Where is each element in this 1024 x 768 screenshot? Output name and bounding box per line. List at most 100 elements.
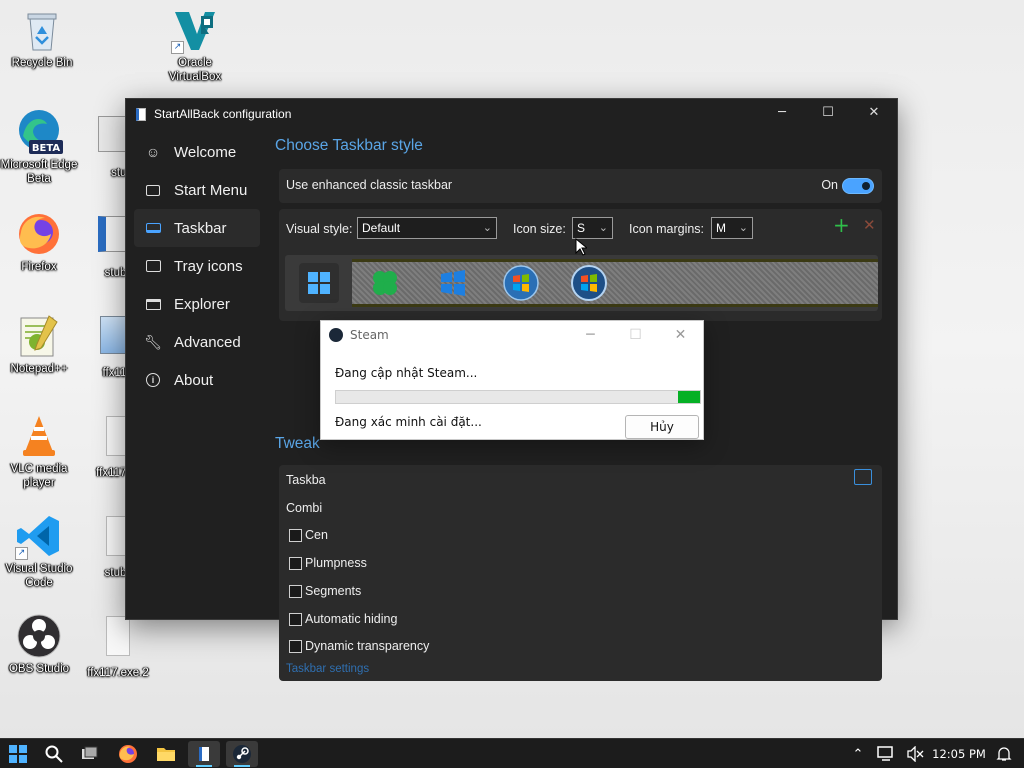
vlc-icon — [15, 412, 63, 460]
installer-icon — [82, 316, 130, 364]
checkbox-box[interactable] — [289, 556, 302, 570]
checkbox-plumpness[interactable]: Plumpness — [289, 556, 367, 570]
checkbox-box[interactable] — [289, 639, 302, 653]
shortcut-arrow-icon: ↗ — [171, 41, 184, 54]
clover-start-icon[interactable] — [365, 263, 405, 303]
win10-start-icon[interactable] — [433, 263, 473, 303]
nav-item-label: Welcome — [174, 143, 237, 161]
checkbox-box[interactable] — [289, 584, 302, 598]
virtualbox-icon: ↗ — [171, 6, 219, 54]
remove-icon[interactable]: ✕ — [863, 216, 876, 234]
tray-icon — [144, 258, 162, 274]
nav-item-about[interactable]: i About — [134, 361, 260, 399]
desktop-icon-label: Notepad++ — [10, 363, 68, 375]
taskbar-file-explorer[interactable] — [150, 741, 182, 767]
vscode-icon: ↗ — [15, 512, 63, 560]
steam-progress-bar — [335, 390, 701, 404]
taskbar-startallback[interactable] — [188, 741, 220, 767]
edge-beta-badge: BETA — [32, 143, 60, 154]
checkbox-label: Plumpness — [305, 556, 367, 570]
notification-bell-icon[interactable] — [992, 739, 1016, 768]
search-button[interactable] — [38, 741, 70, 767]
visual-style-select[interactable]: Default ⌄ — [357, 217, 497, 239]
steam-icon — [233, 745, 251, 763]
checkbox-label: Dynamic transparency — [305, 639, 430, 653]
win11-start-icon[interactable] — [299, 263, 339, 303]
info-icon: i — [144, 372, 162, 388]
folder-icon — [144, 296, 162, 312]
visual-style-value: Default — [362, 221, 401, 235]
steam-status-text: Đang cập nhật Steam... — [335, 366, 478, 380]
win7-start-orb-icon[interactable] — [501, 263, 541, 303]
desktop-icon-edge-beta[interactable]: BETA Microsoft Edge Beta — [0, 108, 81, 186]
enhanced-taskbar-toggle[interactable] — [842, 178, 874, 194]
nav-item-advanced[interactable]: 🔧︎ Advanced — [134, 323, 260, 361]
nav-item-label: Start Menu — [174, 181, 248, 199]
desktop-icon-notepad-plus[interactable]: Notepad++ — [0, 312, 81, 376]
show-hidden-icons-button[interactable]: ⌃ — [848, 739, 868, 768]
enhanced-taskbar-row[interactable]: Use enhanced classic taskbar On — [279, 169, 882, 203]
desktop-icon-vscode[interactable]: ↗ Visual Studio Code — [0, 512, 81, 590]
checkbox-box[interactable] — [289, 612, 302, 626]
taskbar-settings-link[interactable]: Taskbar settings — [286, 663, 369, 675]
cancel-button[interactable]: Hủy — [625, 415, 699, 439]
steam-minimize-button[interactable]: ─ — [568, 321, 613, 349]
desktop-icon-label: VLC media player — [10, 463, 68, 489]
task-view-button[interactable] — [74, 741, 106, 767]
windows-taskbar: ⌃ 12:05 PM — [0, 738, 1024, 768]
file-icon — [94, 616, 142, 664]
maximize-button[interactable]: ☐ — [805, 99, 851, 129]
windows-logo-icon — [9, 745, 27, 763]
steam-close-button[interactable]: ✕ — [658, 321, 703, 349]
start-button[interactable] — [2, 741, 34, 767]
icon-size-select[interactable]: S ⌄ — [572, 217, 613, 239]
tweaks-card: Taskba Combi Cen Plumpness Segments Auto… — [279, 465, 882, 681]
desktop-icon-recycle-bin[interactable]: Recycle Bin — [0, 6, 84, 70]
sidebar-nav: ☺ Welcome Start Menu Taskbar Tray icons E… — [134, 133, 260, 399]
steam-update-dialog: Steam ─ ☐ ✕ Đang cập nhật Steam... Đang … — [320, 320, 704, 440]
app-icon — [136, 107, 146, 121]
nav-item-start-menu[interactable]: Start Menu — [134, 171, 260, 209]
minimize-button[interactable]: ─ — [759, 99, 805, 129]
task-view-icon — [82, 746, 98, 759]
desktop-icon-virtualbox[interactable]: ↗ Oracle VirtualBox — [153, 6, 237, 84]
checkbox-box[interactable] — [289, 528, 302, 542]
chevron-down-icon: ⌄ — [738, 222, 748, 234]
steam-detail-text: Đang xác minh cài đặt... — [335, 415, 482, 429]
taskbar-clock[interactable]: 12:05 PM — [930, 739, 988, 768]
checkbox-segments[interactable]: Segments — [289, 584, 361, 598]
desktop-icon-obs[interactable]: OBS Studio — [0, 612, 81, 676]
taskbar-style-preview[interactable] — [285, 255, 878, 311]
checkbox-label: Automatic hiding — [305, 612, 398, 626]
icon-margins-select[interactable]: M ⌄ — [711, 217, 753, 239]
nav-item-welcome[interactable]: ☺ Welcome — [134, 133, 260, 171]
nav-item-explorer[interactable]: Explorer — [134, 285, 260, 323]
recycle-bin-icon — [18, 6, 66, 54]
desktop-icon-ffx-3[interactable]: ffx117.exe.2 — [76, 612, 160, 680]
volume-muted-icon[interactable] — [902, 739, 928, 768]
close-button[interactable]: ✕ — [851, 99, 897, 129]
nav-item-taskbar[interactable]: Taskbar — [134, 209, 260, 247]
desktop-icon-vlc[interactable]: VLC media player — [0, 412, 81, 490]
checkbox-automatic-hiding[interactable]: Automatic hiding — [289, 612, 397, 626]
taskbar-steam[interactable] — [226, 741, 258, 767]
play-video-icon[interactable] — [854, 469, 872, 485]
section-title: Choose Taskbar style — [275, 137, 423, 154]
checkbox-label: Segments — [305, 584, 362, 598]
nav-item-label: Tray icons — [174, 257, 243, 275]
vista-start-orb-icon[interactable] — [569, 263, 609, 303]
desktop-icon-firefox[interactable]: Firefox — [0, 210, 81, 274]
nav-item-label: Taskbar — [174, 219, 227, 237]
steam-logo-icon — [329, 328, 343, 342]
firefox-icon — [119, 745, 137, 763]
taskbar-firefox[interactable] — [112, 741, 144, 767]
nav-item-tray-icons[interactable]: Tray icons — [134, 247, 260, 285]
network-icon[interactable] — [872, 739, 900, 768]
checkbox-center[interactable]: Cen — [289, 528, 328, 542]
checkbox-label: Cen — [305, 528, 328, 542]
file-shortcut-icon — [82, 216, 130, 264]
checkbox-dynamic-transparency[interactable]: Dynamic transparency — [289, 639, 429, 653]
shortcut-arrow-icon: ↗ — [15, 547, 28, 560]
add-icon[interactable]: + — [833, 213, 850, 237]
toggle-state-label: On — [821, 178, 838, 192]
